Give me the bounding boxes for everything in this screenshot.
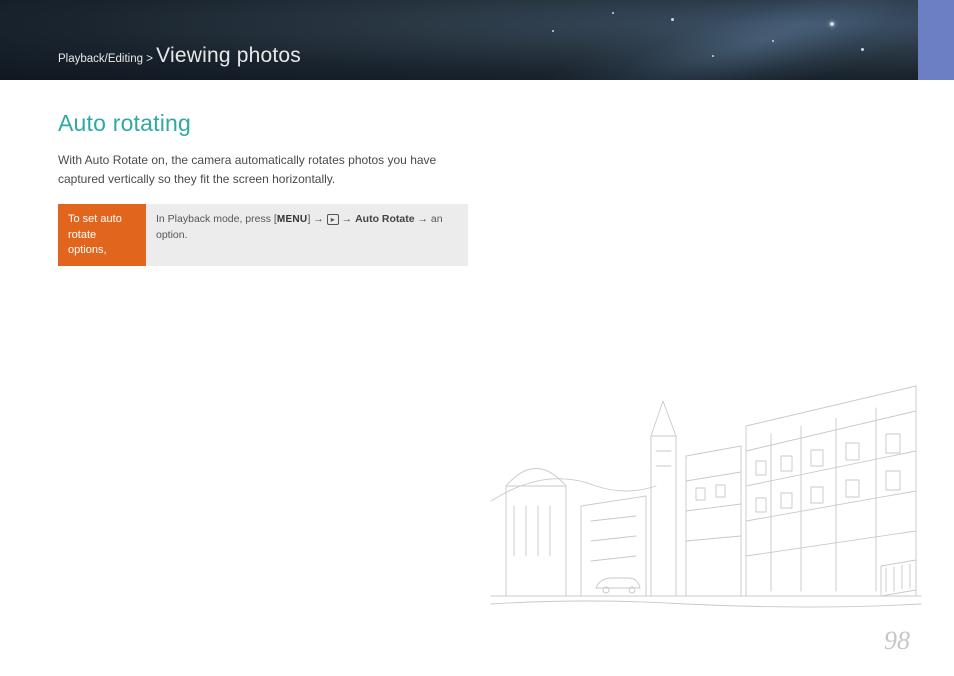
menu-button-glyph: MENU	[277, 212, 308, 227]
instruction-row: To set auto rotate options, In Playback …	[58, 204, 468, 266]
instruction-target: Auto Rotate	[355, 213, 415, 225]
section-description: With Auto Rotate on, the camera automati…	[58, 151, 458, 188]
arrow-glyph: →	[339, 213, 355, 225]
page-number: 98	[884, 626, 910, 656]
star-decoration	[552, 30, 554, 32]
star-decoration	[671, 18, 674, 21]
star-decoration	[712, 55, 714, 57]
breadcrumb-section: Playback/Editing	[58, 53, 143, 65]
star-decoration	[612, 12, 614, 14]
playback-icon: ▸	[327, 214, 339, 226]
page-header: Playback/Editing > Viewing photos	[0, 0, 954, 80]
instruction-label: To set auto rotate options,	[58, 204, 146, 266]
header-swoosh-graphic	[502, 0, 954, 80]
page-content: Auto rotating With Auto Rotate on, the c…	[0, 80, 954, 266]
section-title: Auto rotating	[58, 110, 896, 137]
corner-ribbon	[918, 0, 954, 80]
background-illustration	[486, 356, 926, 616]
star-decoration	[861, 48, 864, 51]
star-decoration	[772, 40, 774, 42]
instruction-body: In Playback mode, press [MENU] → ▸ → Aut…	[146, 204, 468, 266]
instruction-prefix: In Playback mode, press [	[156, 213, 277, 225]
arrow-glyph: →	[310, 213, 326, 225]
star-decoration	[830, 22, 834, 26]
breadcrumb-separator: >	[143, 53, 156, 65]
breadcrumb-title: Viewing photos	[156, 44, 301, 67]
breadcrumb: Playback/Editing > Viewing photos	[58, 44, 301, 68]
